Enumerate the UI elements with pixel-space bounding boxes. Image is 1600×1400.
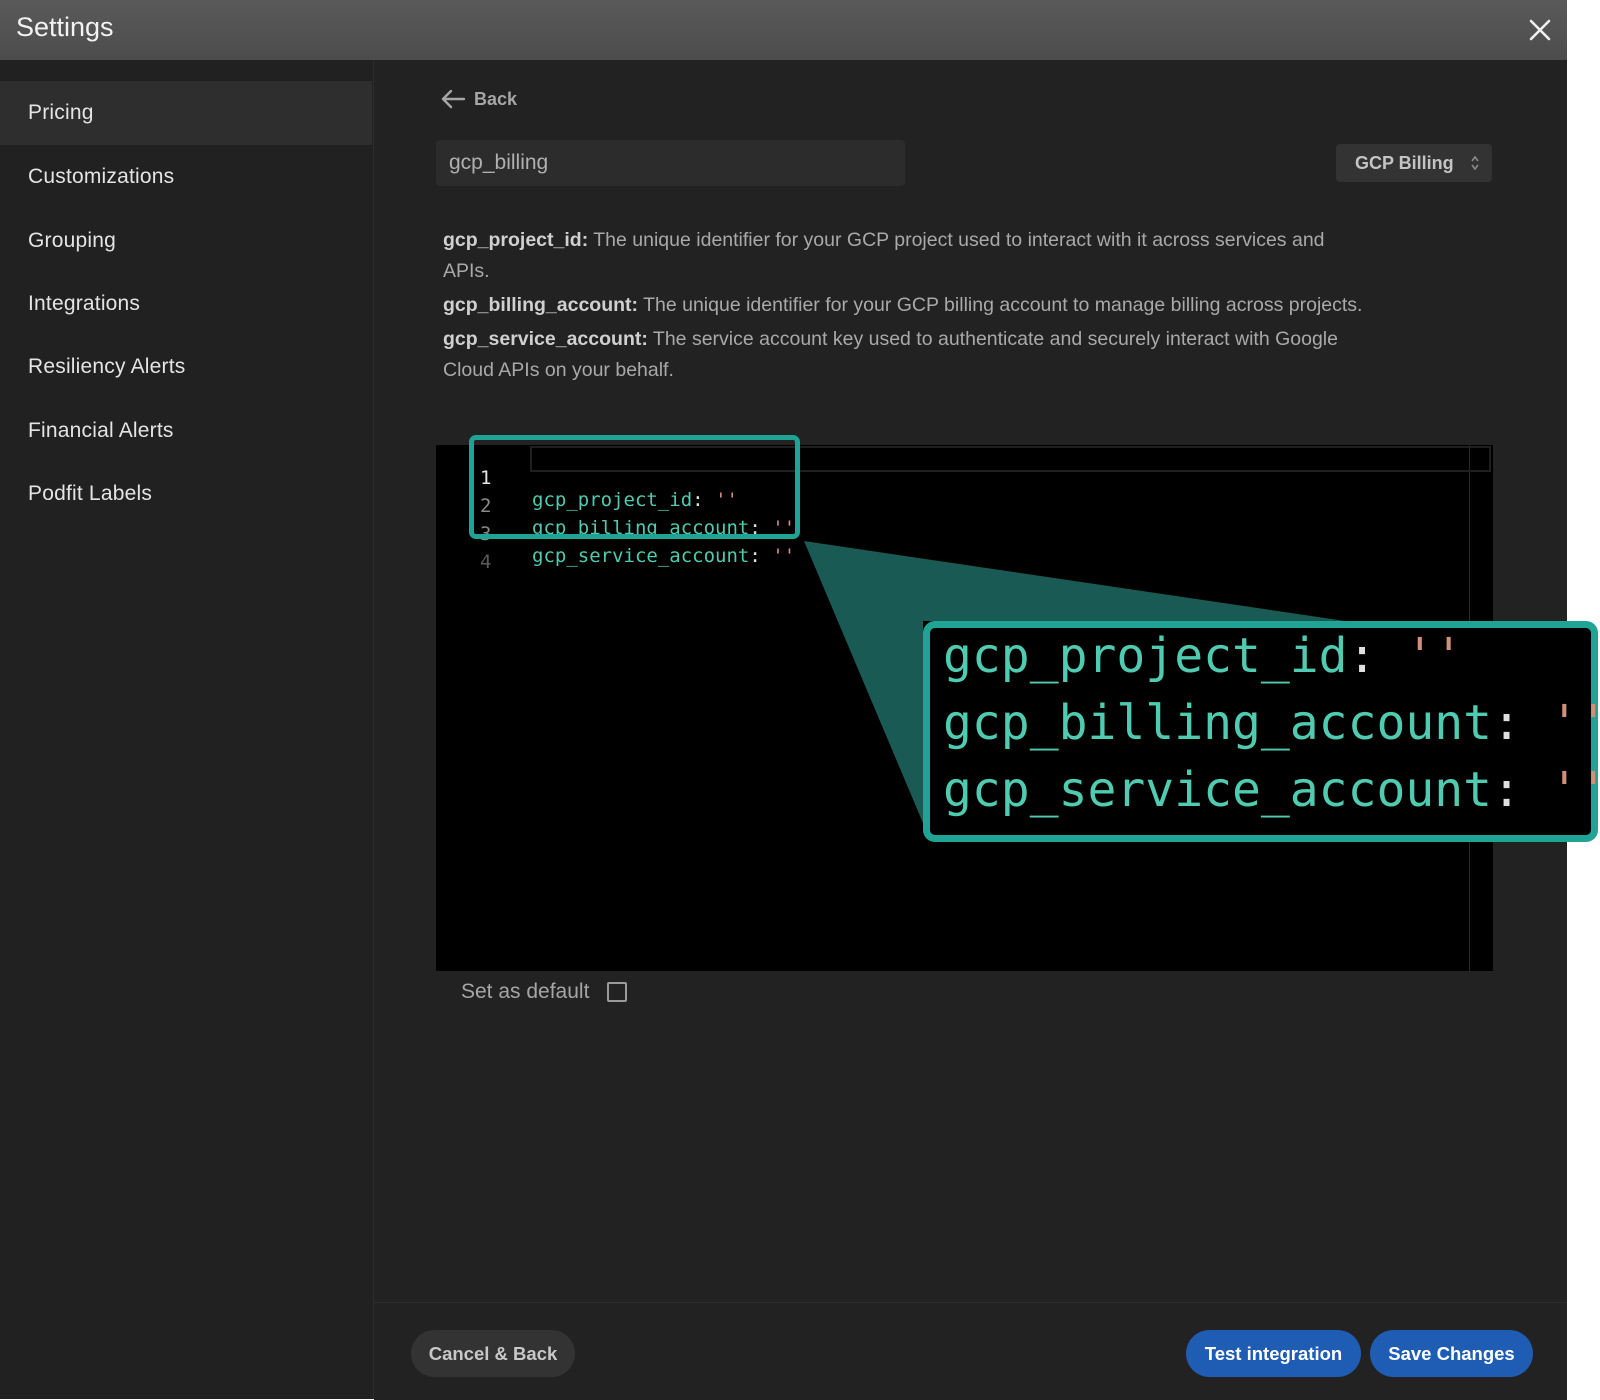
- field-descriptions: gcp_project_id: The unique identifier fo…: [443, 225, 1373, 389]
- yaml-value: '': [1549, 695, 1600, 751]
- test-integration-button[interactable]: Test integration: [1186, 1330, 1361, 1377]
- sidebar-item-resiliency-alerts[interactable]: Resiliency Alerts: [0, 335, 372, 399]
- save-changes-button[interactable]: Save Changes: [1370, 1330, 1533, 1377]
- title-bar: Settings: [0, 0, 1567, 61]
- yaml-value: '': [1405, 628, 1464, 684]
- yaml-key: gcp_service_account: [532, 545, 750, 567]
- yaml-value: '': [1549, 762, 1600, 818]
- zoom-line: gcp_billing_account: '': [943, 695, 1600, 751]
- yaml-colon: :: [749, 545, 761, 567]
- integration-type-value: GCP Billing: [1355, 152, 1454, 173]
- code-text: gcp_service_account: '': [532, 545, 795, 567]
- set-default-checkbox[interactable]: [607, 982, 628, 1002]
- close-button[interactable]: [1522, 12, 1558, 48]
- chevron-updown-icon: [1471, 155, 1479, 171]
- settings-sidebar: Pricing Customizations Grouping Integrat…: [0, 60, 374, 1399]
- integration-name-input[interactable]: [436, 140, 905, 186]
- zoom-line: gcp_service_account: '': [943, 762, 1600, 818]
- yaml-key: gcp_project_id: [943, 628, 1348, 684]
- code-highlight-box: [469, 435, 800, 539]
- sidebar-item-grouping[interactable]: Grouping: [0, 209, 372, 273]
- zoomed-code-callout: gcp_project_id: '' gcp_billing_account: …: [923, 621, 1600, 842]
- set-default-label: Set as default: [461, 980, 590, 1003]
- description-text: The unique identifier for your GCP billi…: [638, 294, 1363, 316]
- cancel-back-button[interactable]: Cancel & Back: [411, 1330, 575, 1377]
- arrow-left-icon: [441, 89, 466, 109]
- yaml-key: gcp_billing_account: [943, 695, 1493, 751]
- back-label: Back: [474, 88, 518, 109]
- yaml-key: gcp_service_account: [943, 762, 1493, 818]
- description-service-account: gcp_service_account: The service account…: [443, 324, 1373, 386]
- description-project-id: gcp_project_id: The unique identifier fo…: [443, 225, 1373, 287]
- line-number: 4: [480, 551, 492, 573]
- back-link[interactable]: Back: [440, 84, 517, 114]
- yaml-colon: :: [1347, 628, 1377, 684]
- yaml-colon: :: [1492, 762, 1521, 818]
- yaml-value: '': [772, 545, 796, 567]
- close-icon: [1529, 19, 1551, 41]
- integration-type-select[interactable]: GCP Billing: [1336, 144, 1492, 182]
- sidebar-item-customizations[interactable]: Customizations: [0, 145, 372, 209]
- yaml-colon: :: [1492, 695, 1521, 751]
- sidebar-item-integrations[interactable]: Integrations: [0, 272, 372, 336]
- zoom-line: gcp_project_id: '': [943, 628, 1463, 684]
- window-title: Settings: [16, 12, 114, 42]
- description-key: gcp_service_account:: [443, 328, 648, 350]
- sidebar-item-financial-alerts[interactable]: Financial Alerts: [0, 399, 372, 463]
- sidebar-item-podfit-labels[interactable]: Podfit Labels: [0, 462, 372, 526]
- form-footer: Cancel & Back Test integration Save Chan…: [374, 1302, 1567, 1400]
- description-billing-account: gcp_billing_account: The unique identifi…: [443, 290, 1373, 321]
- sidebar-item-pricing[interactable]: Pricing: [0, 81, 372, 145]
- description-key: gcp_project_id:: [443, 229, 589, 251]
- description-key: gcp_billing_account:: [443, 294, 639, 316]
- set-default-row: Set as default: [461, 977, 628, 1007]
